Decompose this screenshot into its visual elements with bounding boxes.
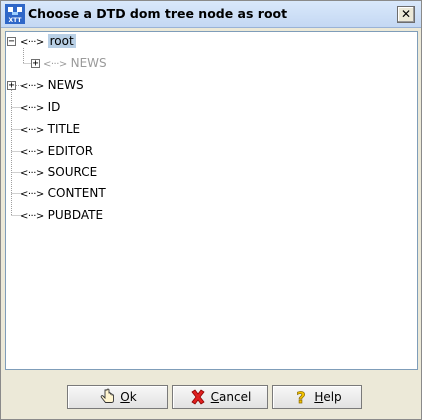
tree-node-root[interactable]: <···> root: [20, 33, 76, 49]
node-tag-icon: <···>: [43, 59, 67, 70]
node-tag-icon: <···>: [20, 125, 44, 136]
dialog-window: XTT Choose a DTD dom tree node as root ✕: [0, 0, 422, 420]
svg-text:XTT: XTT: [9, 17, 23, 24]
node-tag-icon: <···>: [20, 211, 44, 222]
cancel-label: Cancel: [210, 390, 252, 404]
help-button[interactable]: ? Help: [272, 385, 362, 409]
node-tag-icon: <···>: [20, 168, 44, 179]
tree-node-content[interactable]: <···> CONTENT: [20, 185, 106, 201]
tree-node-source[interactable]: <···> SOURCE: [20, 164, 97, 180]
node-tag-icon: <···>: [20, 189, 44, 200]
xtt-app-icon: XTT: [5, 4, 25, 24]
hand-pointer-icon: [101, 388, 115, 403]
expand-news-icon[interactable]: +: [7, 81, 16, 91]
ok-label: Ok: [120, 390, 137, 404]
close-icon[interactable]: ✕: [397, 6, 415, 23]
expand-news-child-icon[interactable]: +: [31, 59, 40, 69]
button-bar: Ok Cancel ? Help: [1, 375, 421, 415]
node-tag-icon: <···>: [20, 81, 44, 92]
ok-button[interactable]: Ok: [67, 385, 168, 409]
tree-node-title[interactable]: <···> TITLE: [20, 121, 80, 137]
help-label: Help: [314, 390, 342, 404]
svg-text:?: ?: [297, 388, 306, 406]
dom-tree[interactable]: − <···> root + <···> NEWS + <···> NEWS <…: [5, 31, 418, 370]
red-x-icon: [191, 389, 205, 405]
node-tag-icon: <···>: [20, 37, 44, 48]
dialog-title: Choose a DTD dom tree node as root: [28, 6, 288, 21]
node-tag-icon: <···>: [20, 147, 44, 158]
tree-node-news[interactable]: <···> NEWS: [20, 77, 84, 93]
tree-node-editor[interactable]: <···> EDITOR: [20, 143, 93, 159]
tree-node-id[interactable]: <···> ID: [20, 99, 60, 115]
question-mark-icon: ?: [296, 388, 306, 406]
tree-node-news-child[interactable]: <···> NEWS: [43, 55, 107, 71]
node-tag-icon: <···>: [20, 103, 44, 114]
title-bar: XTT Choose a DTD dom tree node as root ✕: [1, 1, 421, 28]
tree-node-pubdate[interactable]: <···> PUBDATE: [20, 207, 103, 223]
cancel-button[interactable]: Cancel: [172, 385, 268, 409]
collapse-root-icon[interactable]: −: [7, 37, 16, 47]
